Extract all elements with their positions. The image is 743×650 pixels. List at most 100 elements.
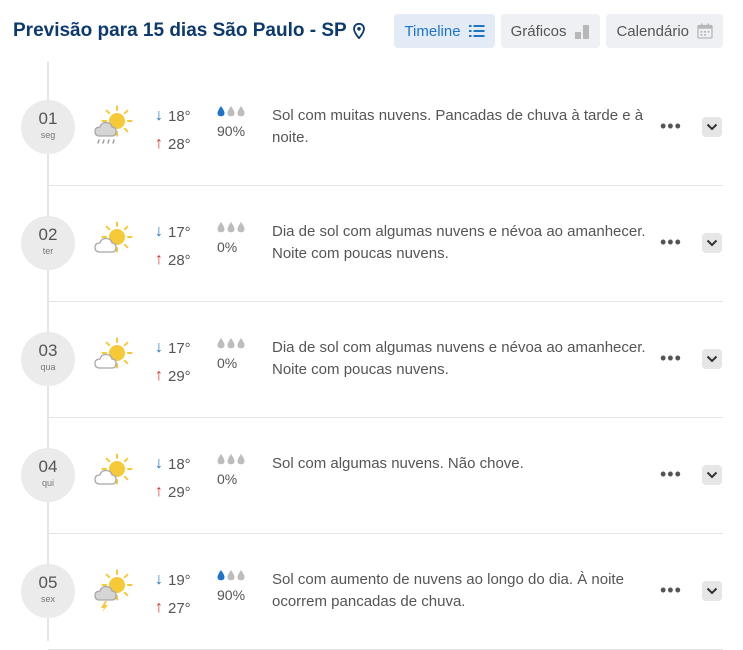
- temperatures: ↓ 18° ↑ 28°: [155, 102, 191, 158]
- temp-min: ↓ 17°: [155, 218, 191, 246]
- arrow-up-icon: ↑: [155, 251, 163, 268]
- temp-min: ↓ 18°: [155, 450, 191, 478]
- arrow-down-icon: ↓: [155, 223, 163, 240]
- sun-cloud-icon: [92, 452, 136, 496]
- rain-probability: 0%: [217, 337, 257, 371]
- tab-timeline[interactable]: Timeline: [394, 14, 495, 48]
- arrow-up-icon: ↑: [155, 367, 163, 384]
- day-number: 05: [38, 573, 58, 592]
- day-name: sex: [40, 594, 55, 604]
- chevron-down-icon: [706, 123, 718, 131]
- sun-cloud-icon: [92, 220, 136, 264]
- expand-button[interactable]: [702, 465, 722, 485]
- raindrops-icon: [217, 221, 257, 235]
- temperatures: ↓ 17° ↑ 28°: [155, 218, 191, 274]
- more-options-button[interactable]: •••: [660, 116, 682, 137]
- day-badge: 04 qui: [21, 448, 75, 502]
- location-pin-icon: [352, 23, 365, 39]
- day-description: Dia de sol com algumas nuvens e névoa ao…: [272, 223, 646, 262]
- raindrops-icon: [217, 337, 257, 351]
- raindrop-icon: [217, 338, 225, 349]
- raindrop-icon: [237, 106, 245, 117]
- day-badge: 02 ter: [21, 216, 75, 270]
- page-title: Previsão para 15 dias São Paulo - SP: [13, 20, 365, 42]
- day-number: 01: [38, 109, 58, 128]
- bar-chart-icon: [575, 25, 590, 39]
- arrow-down-icon: ↓: [155, 107, 163, 124]
- more-options-button[interactable]: •••: [660, 232, 682, 253]
- raindrop-icon: [237, 338, 245, 349]
- temp-max-value: 29°: [168, 483, 191, 501]
- day-name: qua: [40, 362, 56, 372]
- more-options-button[interactable]: •••: [660, 348, 682, 369]
- raindrops-icon: [217, 569, 257, 583]
- expand-button[interactable]: [702, 117, 722, 137]
- day-description: Sol com muitas nuvens. Pancadas de chuva…: [272, 107, 644, 146]
- forecast-day-row: 02 ter ↓ 17° ↑ 28° 0% Dia de sol com alg…: [0, 186, 743, 302]
- tab-calendario-label: Calendário: [616, 22, 689, 40]
- temp-min: ↓ 17°: [155, 334, 191, 362]
- expand-button[interactable]: [702, 581, 722, 601]
- day-badge: 01 seg: [21, 100, 75, 154]
- tab-graficos[interactable]: Gráficos: [500, 14, 601, 48]
- raindrops-icon: [217, 105, 257, 119]
- rain-probability: 0%: [217, 453, 257, 487]
- page-title-text: Previsão para 15 dias São Paulo - SP: [13, 20, 347, 41]
- expand-button[interactable]: [702, 349, 722, 369]
- day-badge: 05 sex: [21, 564, 75, 618]
- raindrop-icon: [227, 338, 235, 349]
- day-description: Dia de sol com algumas nuvens e névoa ao…: [272, 339, 646, 378]
- temp-max-value: 28°: [168, 251, 191, 269]
- temp-min: ↓ 19°: [155, 566, 191, 594]
- raindrop-icon: [227, 454, 235, 465]
- raindrop-icon: [217, 106, 225, 117]
- temp-max: ↑ 28°: [155, 130, 191, 158]
- raindrop-icon: [227, 222, 235, 233]
- arrow-down-icon: ↓: [155, 339, 163, 356]
- raindrop-icon: [217, 570, 225, 581]
- sun-cloud-storm-icon: [92, 568, 136, 612]
- raindrop-icon: [237, 222, 245, 233]
- day-number: 03: [38, 341, 58, 360]
- temp-max: ↑ 29°: [155, 478, 191, 506]
- list-icon: [468, 25, 485, 37]
- rain-value: 0%: [217, 355, 238, 371]
- temp-max: ↑ 28°: [155, 246, 191, 274]
- raindrop-icon: [237, 570, 245, 581]
- day-name: seg: [40, 130, 56, 140]
- day-description: Sol com algumas nuvens. Não chove.: [272, 455, 524, 472]
- expand-button[interactable]: [702, 233, 722, 253]
- temperatures: ↓ 19° ↑ 27°: [155, 566, 191, 622]
- day-badge: 03 qua: [21, 332, 75, 386]
- temp-min-value: 19°: [168, 571, 191, 589]
- forecast-day-row: 05 sex ↓ 19° ↑ 27° 90% Sol com aumento d…: [0, 534, 743, 650]
- raindrop-icon: [227, 106, 235, 117]
- day-number: 02: [38, 225, 58, 244]
- forecast-day-row: 04 qui ↓ 18° ↑ 29° 0% Sol com algumas nu…: [0, 418, 743, 534]
- arrow-down-icon: ↓: [155, 571, 163, 588]
- temp-max-value: 28°: [168, 135, 191, 153]
- day-number: 04: [38, 457, 58, 476]
- arrow-up-icon: ↑: [155, 135, 163, 152]
- arrow-up-icon: ↑: [155, 483, 163, 500]
- tab-timeline-label: Timeline: [404, 22, 461, 40]
- arrow-up-icon: ↑: [155, 599, 163, 616]
- day-description: Sol com aumento de nuvens ao longo do di…: [272, 571, 624, 610]
- forecast-day-row: 03 qua ↓ 17° ↑ 29° 0% Dia de sol com alg…: [0, 302, 743, 418]
- rain-value: 0%: [217, 471, 238, 487]
- view-tabs: Timeline Gráficos Calendário: [394, 14, 723, 48]
- temp-min-value: 18°: [168, 107, 191, 125]
- tab-calendario[interactable]: Calendário: [606, 14, 723, 48]
- raindrop-icon: [237, 454, 245, 465]
- temp-min-value: 18°: [168, 455, 191, 473]
- chevron-down-icon: [706, 587, 718, 595]
- raindrop-icon: [227, 570, 235, 581]
- forecast-day-row: 01 seg ↓ 18° ↑ 28° 90% Sol com muitas nu…: [0, 70, 743, 186]
- more-options-button[interactable]: •••: [660, 464, 682, 485]
- forecast-list: 01 seg ↓ 18° ↑ 28° 90% Sol com muitas nu…: [0, 70, 743, 650]
- more-options-button[interactable]: •••: [660, 580, 682, 601]
- temp-max-value: 29°: [168, 367, 191, 385]
- temp-max: ↑ 27°: [155, 594, 191, 622]
- rain-value: 90%: [217, 587, 246, 603]
- raindrop-icon: [217, 222, 225, 233]
